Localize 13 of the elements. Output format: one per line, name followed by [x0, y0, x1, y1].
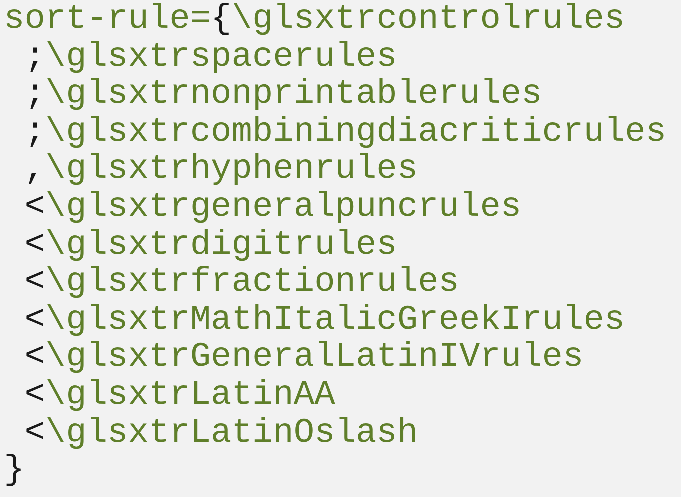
code-line: } [4, 452, 25, 490]
code-line: <\glsxtrGeneralLatinIVrules [24, 339, 584, 377]
code-line: <\glsxtrgeneralpuncrules [24, 188, 522, 227]
code-line: ;\glsxtrspacerules [24, 38, 398, 76]
code-line: <\glsxtrLatinOslash [24, 414, 418, 452]
code-line: <\glsxtrLatinAA [24, 376, 336, 415]
code-line: <\glsxtrdigitrules [24, 226, 398, 264]
code-line: <\glsxtrMathItalicGreekIrules [24, 302, 626, 340]
code-line: sort-rule={\glsxtrcontrolrules [4, 1, 626, 39]
code-line: <\glsxtrfractionrules [24, 264, 460, 302]
code-line: ;\glsxtrnonprintablerules [24, 76, 542, 114]
code-line: ;\glsxtrcombiningdiacriticrules [24, 114, 667, 152]
code-line: ,\glsxtrhyphenrules [24, 151, 418, 189]
